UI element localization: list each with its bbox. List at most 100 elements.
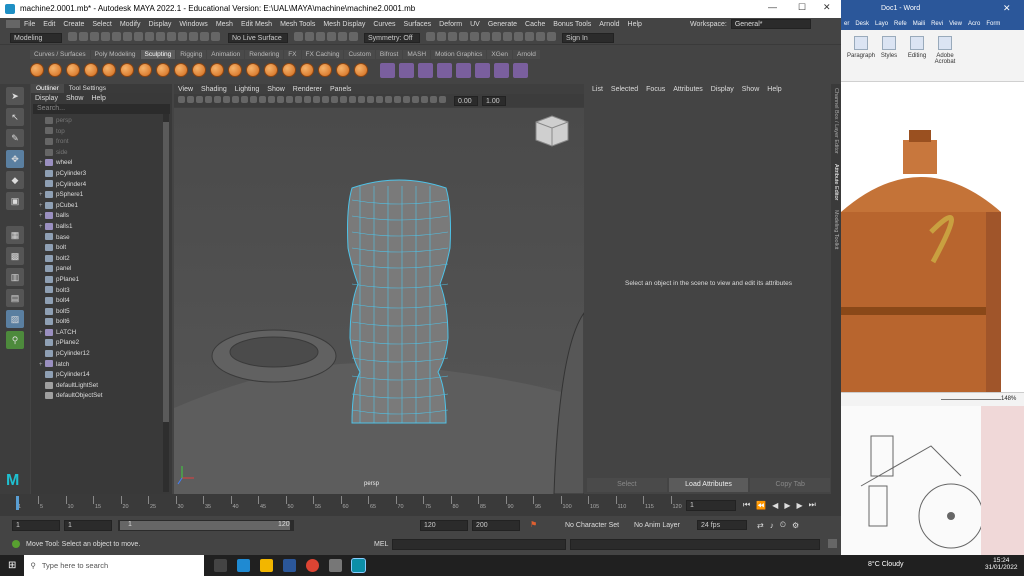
sculpt-brush-icon[interactable] <box>84 63 98 77</box>
windows-start-icon[interactable]: ⊞ <box>8 560 16 571</box>
status-tool-icon[interactable] <box>167 32 176 41</box>
outliner-item-pcylinder14[interactable]: pCylinder14 <box>39 370 172 381</box>
status-tool-icon[interactable] <box>211 32 220 41</box>
outliner-item-defaultlightset[interactable]: defaultLightSet <box>39 381 172 392</box>
script-editor-icon[interactable] <box>828 539 837 548</box>
word-tab-refe[interactable]: Refe <box>894 21 907 27</box>
word-tab-view[interactable]: View <box>949 21 962 27</box>
word-tab-maili[interactable]: Maili <box>913 21 925 27</box>
mel-label[interactable]: MEL <box>374 541 388 548</box>
outliner-item-bolt5[interactable]: bolt5 <box>39 307 172 318</box>
status-tool-icon[interactable] <box>327 32 336 41</box>
sculpt-tool-icon[interactable] <box>494 62 509 78</box>
status-tool-icon[interactable] <box>503 32 512 41</box>
attr-load-attributes-button[interactable]: Load Attributes <box>668 478 749 492</box>
status-tool-icon[interactable] <box>134 32 143 41</box>
viewport-tool-icon[interactable] <box>412 96 419 103</box>
sculpt-brush-icon[interactable] <box>192 63 206 77</box>
outliner-item-front[interactable]: front <box>39 137 172 148</box>
sculpt-tool-icon[interactable] <box>437 62 452 78</box>
attribute-menu-selected[interactable]: Selected <box>611 86 638 93</box>
viewport-tool-icon[interactable] <box>286 96 293 103</box>
outliner-menu-help[interactable]: Help <box>91 95 105 102</box>
menu-item-mesh[interactable]: Mesh <box>216 21 233 28</box>
sculpt-brush-icon[interactable] <box>66 63 80 77</box>
go-start-icon[interactable]: ⏮ <box>743 500 750 510</box>
step-back-key-icon[interactable]: ⏪ <box>756 501 766 510</box>
sculpt-brush-icon[interactable] <box>102 63 116 77</box>
persp-outliner-layout-icon[interactable]: ▨ <box>6 310 24 328</box>
live-surface-field[interactable]: No Live Surface <box>228 32 288 43</box>
status-tool-icon[interactable] <box>514 32 523 41</box>
sculpt-tool-icon[interactable] <box>418 62 433 78</box>
status-tool-icon[interactable] <box>189 32 198 41</box>
viewport-menu-renderer[interactable]: Renderer <box>293 86 322 93</box>
viewport-tool-icon[interactable] <box>178 96 185 103</box>
outliner-item-base[interactable]: base <box>39 233 172 244</box>
status-tool-icon[interactable] <box>79 32 88 41</box>
viewport-tool-icon[interactable] <box>268 96 275 103</box>
minimize-button[interactable]: — <box>768 2 777 12</box>
playback-end-field[interactable]: 120 <box>420 520 468 531</box>
viewport-menu-lighting[interactable]: Lighting <box>235 86 260 93</box>
character-set-dropdown[interactable]: No Character Set <box>565 522 619 529</box>
shelf-tab-xgen[interactable]: XGen <box>487 49 513 59</box>
status-tool-icon[interactable] <box>178 32 187 41</box>
status-tool-icon[interactable] <box>316 32 325 41</box>
scale-tool-icon[interactable]: ▣ <box>6 192 24 210</box>
outliner-item-balls[interactable]: + balls <box>39 211 172 222</box>
search-icon[interactable]: ⚲ <box>6 331 24 349</box>
menu-item-deform[interactable]: Deform <box>439 21 462 28</box>
sculpt-brush-icon[interactable] <box>30 63 44 77</box>
attribute-menu-help[interactable]: Help <box>767 86 781 93</box>
sculpt-brush-icon[interactable] <box>246 63 260 77</box>
rotate-tool-icon[interactable]: ◆ <box>6 171 24 189</box>
sculpt-brush-icon[interactable] <box>282 63 296 77</box>
maya-taskbar-icon[interactable] <box>351 558 367 573</box>
viewport-tool-icon[interactable] <box>358 96 365 103</box>
outliner-item-pplane1[interactable]: pPlane1 <box>39 275 172 286</box>
viewport-tool-icon[interactable] <box>331 96 338 103</box>
outliner-item-pcylinder3[interactable]: pCylinder3 <box>39 169 172 180</box>
status-tool-icon[interactable] <box>426 32 435 41</box>
viewport-tool-icon[interactable] <box>322 96 329 103</box>
viewport-tool-icon[interactable] <box>439 96 446 103</box>
shelf-tab-motion-graphics[interactable]: Motion Graphics <box>431 49 487 59</box>
attribute-menu-show[interactable]: Show <box>742 86 760 93</box>
word-group-adobe-acrobat[interactable]: Adobe Acrobat <box>931 36 959 65</box>
outliner-layout-icon[interactable]: ▥ <box>6 268 24 286</box>
sculpt-brush-icon[interactable] <box>138 63 152 77</box>
menu-item-edit-mesh[interactable]: Edit Mesh <box>241 21 272 28</box>
menu-item-create[interactable]: Create <box>63 21 84 28</box>
time-slider[interactable]: 1 5 10 15 20 25 30 35 40 45 50 55 60 65 70 75 80 85 90 95 10… <box>0 494 841 516</box>
gamma-field[interactable]: 1.00 <box>482 95 506 106</box>
menu-item-generate[interactable]: Generate <box>488 21 517 28</box>
status-tool-icon[interactable] <box>481 32 490 41</box>
viewport-tool-icon[interactable] <box>232 96 239 103</box>
viewport-tool-icon[interactable] <box>214 96 221 103</box>
viewport-tool-icon[interactable] <box>403 96 410 103</box>
menu-item-help[interactable]: Help <box>628 21 642 28</box>
viewport-tool-icon[interactable] <box>295 96 302 103</box>
word-tab-revi[interactable]: Revi <box>931 21 943 27</box>
word-tab-layo[interactable]: Layo <box>875 21 888 27</box>
menu-item-curves[interactable]: Curves <box>373 21 395 28</box>
sculpt-tool-icon[interactable] <box>380 62 395 78</box>
viewport-tool-icon[interactable] <box>187 96 194 103</box>
attribute-menu-attributes[interactable]: Attributes <box>673 86 703 93</box>
sculpt-tool-icon[interactable] <box>456 62 471 78</box>
menu-item-mesh-tools[interactable]: Mesh Tools <box>280 21 315 28</box>
outliner-item-defaultobjectset[interactable]: defaultObjectSet <box>39 391 172 402</box>
sculpt-brush-icon[interactable] <box>120 63 134 77</box>
menu-item-windows[interactable]: Windows <box>179 21 207 28</box>
sculpt-brush-icon[interactable] <box>228 63 242 77</box>
word-taskbar-icon[interactable] <box>283 559 297 572</box>
shelf-tab-custom[interactable]: Custom <box>344 49 375 59</box>
outliner-item-bolt2[interactable]: bolt2 <box>39 254 172 265</box>
status-tool-icon[interactable] <box>200 32 209 41</box>
viewport-tool-icon[interactable] <box>349 96 356 103</box>
outliner-item-pcylinder12[interactable]: pCylinder12 <box>39 349 172 360</box>
menu-item-bonus-tools[interactable]: Bonus Tools <box>553 21 591 28</box>
file-explorer-icon[interactable] <box>260 559 274 572</box>
anim-prefs-icon[interactable]: ⚙ <box>792 521 799 530</box>
